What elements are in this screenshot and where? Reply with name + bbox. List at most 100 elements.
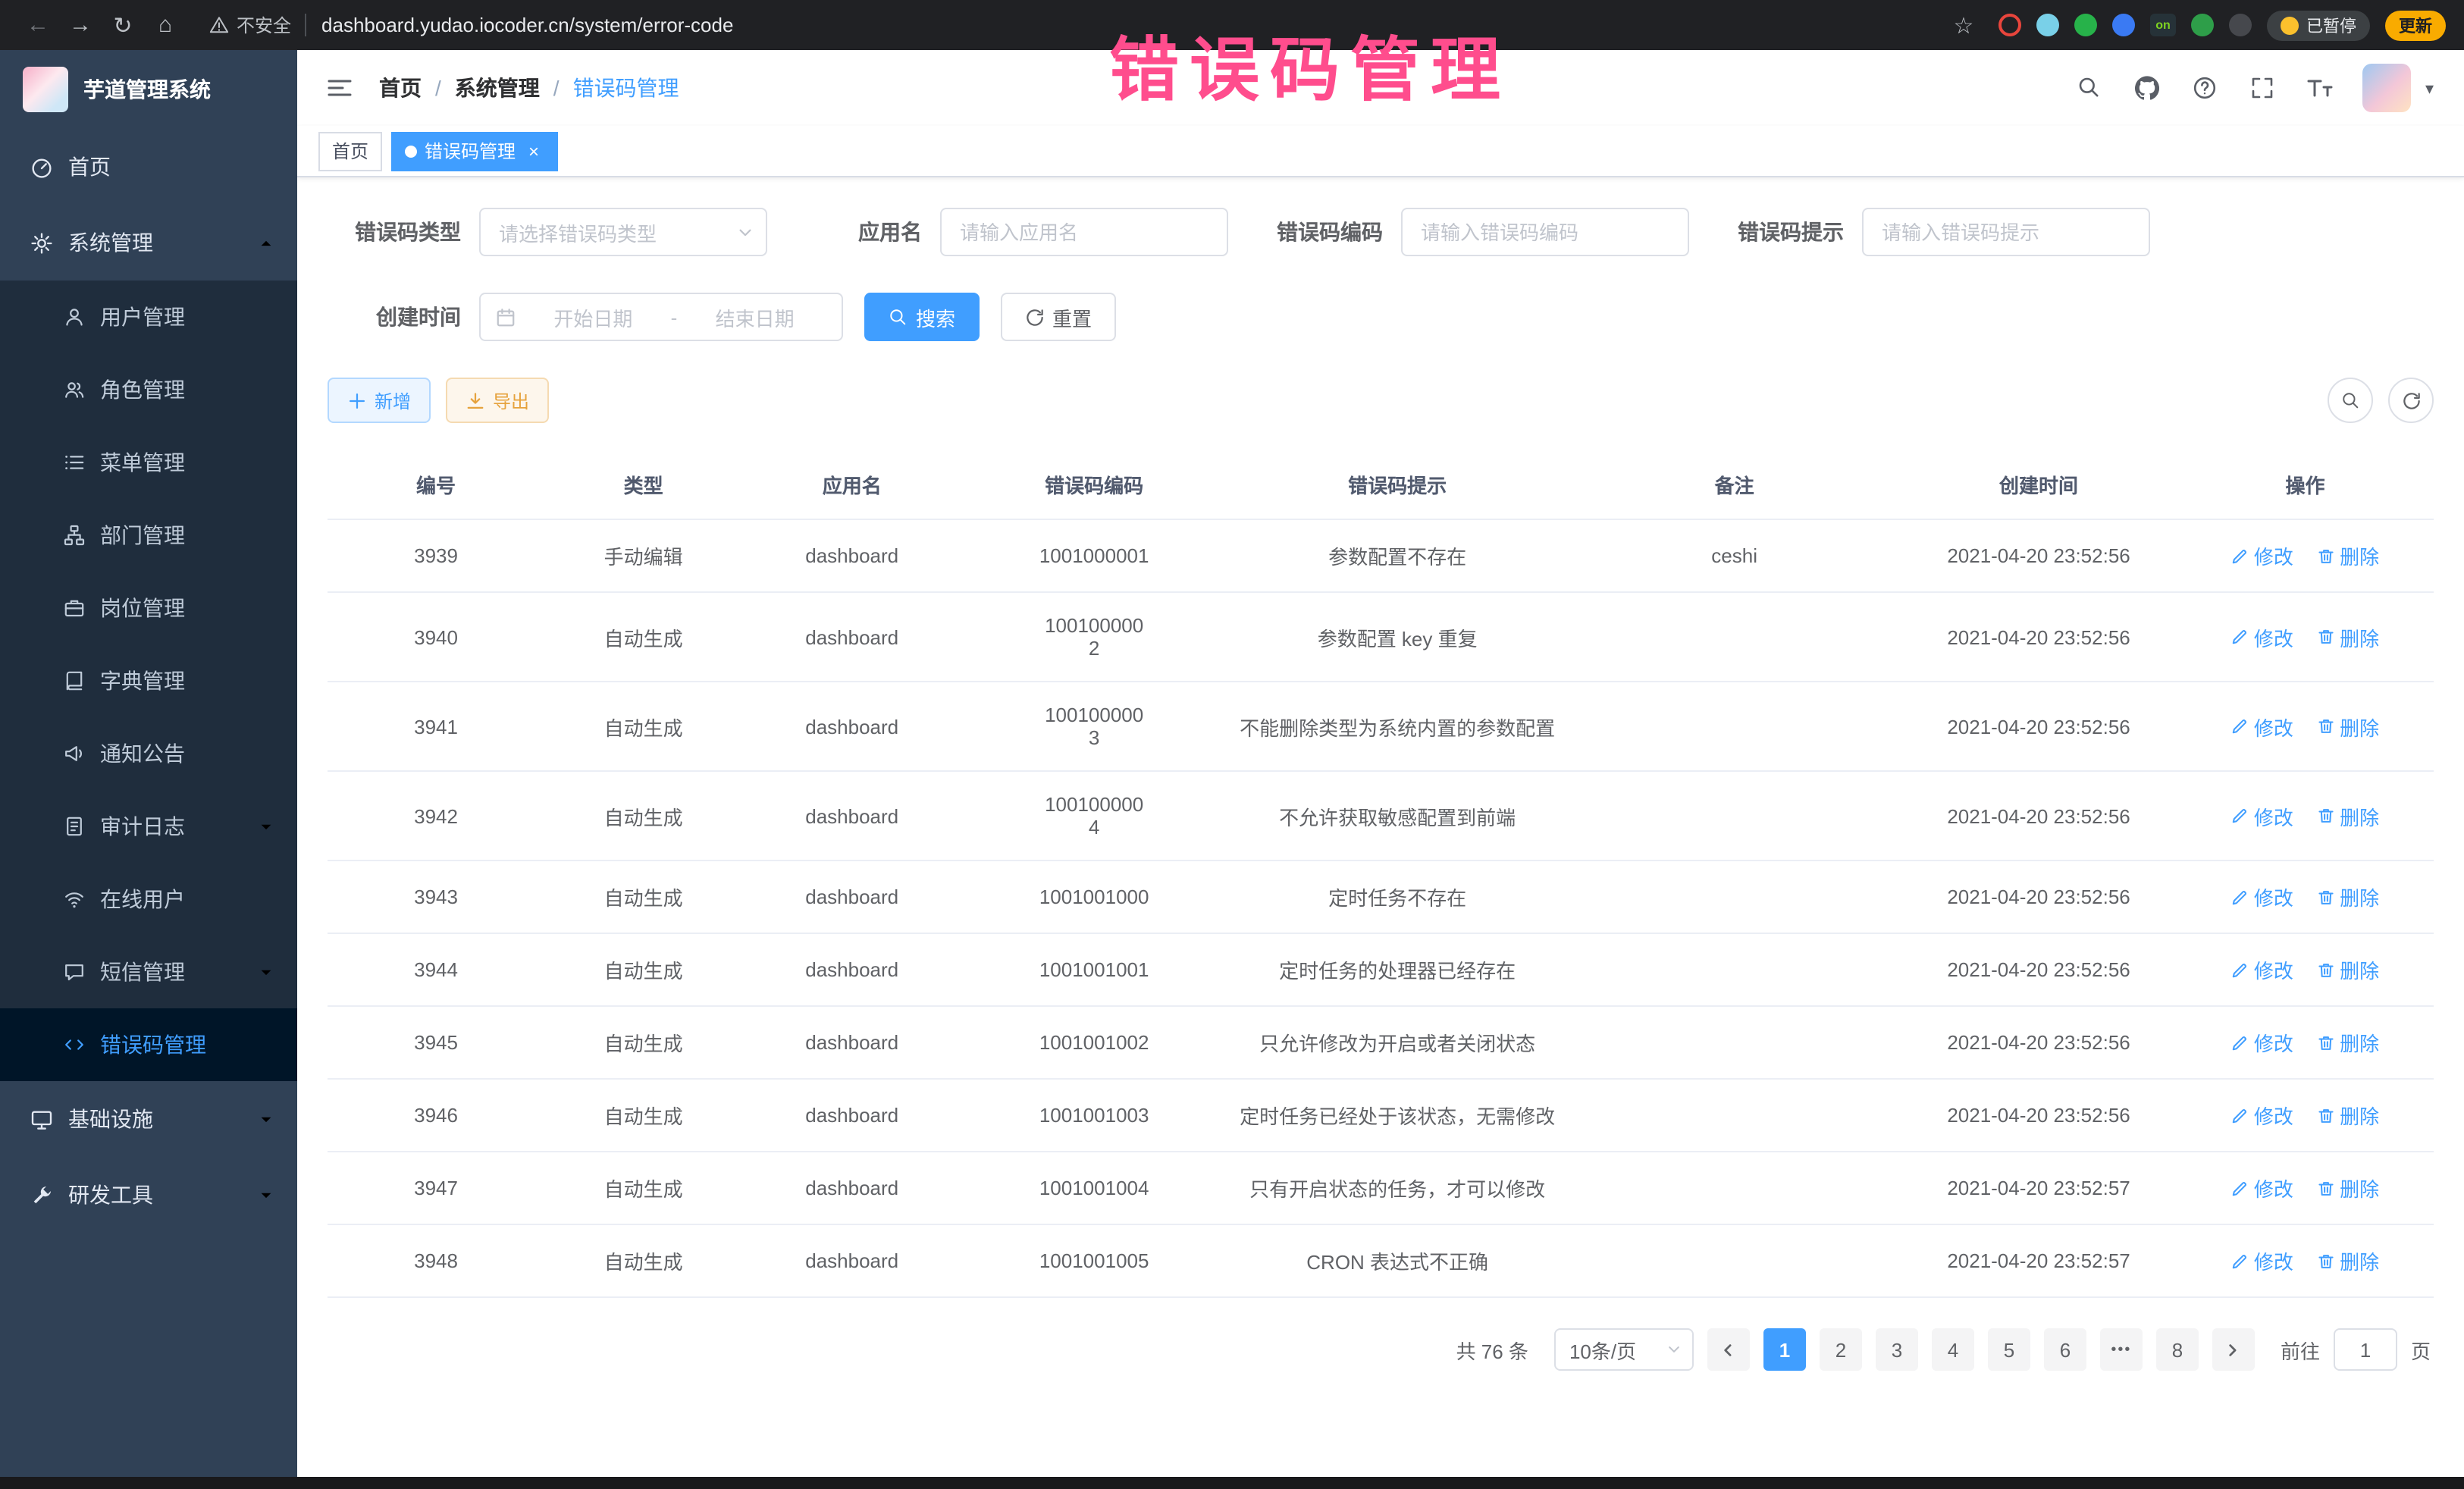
page-size-select[interactable]: 10条/页 xyxy=(1554,1328,1694,1371)
monitor-icon xyxy=(30,1108,53,1130)
close-icon[interactable] xyxy=(523,140,544,161)
error-type-select[interactable]: 请选择错误码类型 xyxy=(479,208,767,256)
sidebar-item-post[interactable]: 岗位管理 xyxy=(0,572,297,644)
edit-link[interactable]: 修改 xyxy=(2231,541,2293,570)
error-code-input[interactable] xyxy=(1401,208,1689,256)
edit-link[interactable]: 修改 xyxy=(2231,1174,2293,1202)
bookmark-star-icon[interactable] xyxy=(1944,7,1983,43)
back-icon[interactable] xyxy=(18,7,58,43)
reload-icon[interactable] xyxy=(103,7,143,43)
edit-link[interactable]: 修改 xyxy=(2231,1028,2293,1057)
sidebar-item-menu[interactable]: 菜单管理 xyxy=(0,426,297,499)
caret-down-icon[interactable] xyxy=(2425,78,2434,98)
date-range-picker[interactable]: 开始日期 - 结束日期 xyxy=(479,293,843,341)
reset-label: 重置 xyxy=(1052,303,1092,331)
sidebar-item-home[interactable]: 首页 xyxy=(0,129,297,205)
breadcrumb-system[interactable]: 系统管理 xyxy=(455,73,540,103)
home-icon[interactable] xyxy=(146,7,185,43)
sidebar-item-devtools[interactable]: 研发工具 xyxy=(0,1157,297,1233)
next-page-button[interactable] xyxy=(2212,1328,2255,1371)
page-button-4[interactable]: 4 xyxy=(1932,1328,1974,1371)
github-icon xyxy=(2136,76,2160,100)
forward-icon[interactable] xyxy=(61,7,100,43)
edit-link[interactable]: 修改 xyxy=(2231,712,2293,741)
page-button-5[interactable]: 5 xyxy=(1988,1328,2030,1371)
sidebar-item-notice[interactable]: 通知公告 xyxy=(0,717,297,790)
toggle-search-button[interactable] xyxy=(2328,378,2373,423)
extension-icon-teal[interactable] xyxy=(2036,14,2059,36)
sidebar-item-audit[interactable]: 审计日志 xyxy=(0,790,297,863)
chevron-left-icon xyxy=(1720,1341,1737,1358)
edit-link[interactable]: 修改 xyxy=(2231,622,2293,651)
sidebar-item-errcode[interactable]: 错误码管理 xyxy=(0,1008,297,1081)
delete-link[interactable]: 删除 xyxy=(2317,1174,2379,1202)
tab-home[interactable]: 首页 xyxy=(318,131,382,171)
delete-link[interactable]: 删除 xyxy=(2317,955,2379,984)
breadcrumb-home[interactable]: 首页 xyxy=(379,73,422,103)
delete-link[interactable]: 删除 xyxy=(2317,622,2379,651)
goto-page-input[interactable] xyxy=(2334,1328,2397,1371)
sidebar-item-dict[interactable]: 字典管理 xyxy=(0,644,297,717)
page-button-8[interactable]: 8 xyxy=(2156,1328,2199,1371)
edit-link[interactable]: 修改 xyxy=(2231,1101,2293,1130)
delete-link[interactable]: 删除 xyxy=(2317,801,2379,830)
sidebar-item-online[interactable]: 在线用户 xyxy=(0,863,297,936)
app-name-input[interactable] xyxy=(940,208,1228,256)
chevron-down-icon xyxy=(1666,1342,1682,1357)
extension-icon-blue[interactable] xyxy=(2112,14,2135,36)
fullscreen-button[interactable] xyxy=(2239,64,2287,112)
extension-icon-pin[interactable] xyxy=(2229,14,2252,36)
add-button[interactable]: 新增 xyxy=(328,378,431,423)
github-link[interactable] xyxy=(2124,64,2172,112)
paused-badge[interactable]: 已暂停 xyxy=(2267,10,2370,40)
search-icon xyxy=(889,307,908,327)
delete-link[interactable]: 删除 xyxy=(2317,882,2379,911)
delete-link[interactable]: 删除 xyxy=(2317,1101,2379,1130)
tab-errcode[interactable]: 错误码管理 xyxy=(391,131,558,171)
page-button-1[interactable]: 1 xyxy=(1763,1328,1806,1371)
edit-label: 修改 xyxy=(2254,1174,2293,1202)
delete-link[interactable]: 删除 xyxy=(2317,541,2379,570)
delete-link[interactable]: 删除 xyxy=(2317,1246,2379,1275)
hamburger-icon[interactable] xyxy=(315,64,364,112)
select-placeholder: 请选择错误码类型 xyxy=(499,218,657,246)
header-search-button[interactable] xyxy=(2066,64,2114,112)
edit-link[interactable]: 修改 xyxy=(2231,801,2293,830)
edit-link[interactable]: 修改 xyxy=(2231,1246,2293,1275)
edit-link[interactable]: 修改 xyxy=(2231,882,2293,911)
sidebar-item-infra[interactable]: 基础设施 xyxy=(0,1081,297,1157)
extension-icon-green[interactable] xyxy=(2074,14,2097,36)
sidebar-item-role[interactable]: 角色管理 xyxy=(0,353,297,426)
chrome-update-button[interactable]: 更新 xyxy=(2385,10,2446,40)
cell-app: dashboard xyxy=(742,592,961,682)
sidebar-item-user[interactable]: 用户管理 xyxy=(0,281,297,353)
export-button[interactable]: 导出 xyxy=(446,378,549,423)
delete-link[interactable]: 删除 xyxy=(2317,1028,2379,1057)
font-size-button[interactable] xyxy=(2296,64,2345,112)
extension-icon-red[interactable] xyxy=(1998,14,2021,36)
table-row: 3941 自动生成 dashboard 100100000 3 不能删除类型为系… xyxy=(328,682,2434,771)
help-button[interactable] xyxy=(2181,64,2230,112)
sidebar-item-sms[interactable]: 短信管理 xyxy=(0,936,297,1008)
prev-page-button[interactable] xyxy=(1707,1328,1750,1371)
sidebar-item-system[interactable]: 系统管理 xyxy=(0,205,297,281)
search-button[interactable]: 搜索 xyxy=(864,293,980,341)
refresh-table-button[interactable] xyxy=(2388,378,2434,423)
page-button-2[interactable]: 2 xyxy=(1820,1328,1862,1371)
delete-link[interactable]: 删除 xyxy=(2317,712,2379,741)
error-hint-input[interactable] xyxy=(1862,208,2150,256)
page-button-3[interactable]: 3 xyxy=(1876,1328,1918,1371)
page-ellipsis-button[interactable]: ••• xyxy=(2100,1328,2143,1371)
cell-time: 2021-04-20 23:52:56 xyxy=(1901,771,2177,860)
user-avatar[interactable] xyxy=(2363,64,2412,112)
edit-link[interactable]: 修改 xyxy=(2231,955,2293,984)
reset-button[interactable]: 重置 xyxy=(1001,293,1116,341)
site-security-chip[interactable]: 不安全 xyxy=(209,12,291,38)
extension-icon-leaf[interactable] xyxy=(2191,14,2214,36)
extension-on-badge[interactable]: on xyxy=(2150,14,2176,36)
sidebar-item-dept[interactable]: 部门管理 xyxy=(0,499,297,572)
table-row: 3939 手动编辑 dashboard 1001000001 参数配置不存在 c… xyxy=(328,519,2434,592)
page-button-6[interactable]: 6 xyxy=(2044,1328,2086,1371)
page-size-value: 10条/页 xyxy=(1569,1335,1636,1364)
sidebar-item-label: 首页 xyxy=(68,152,274,182)
